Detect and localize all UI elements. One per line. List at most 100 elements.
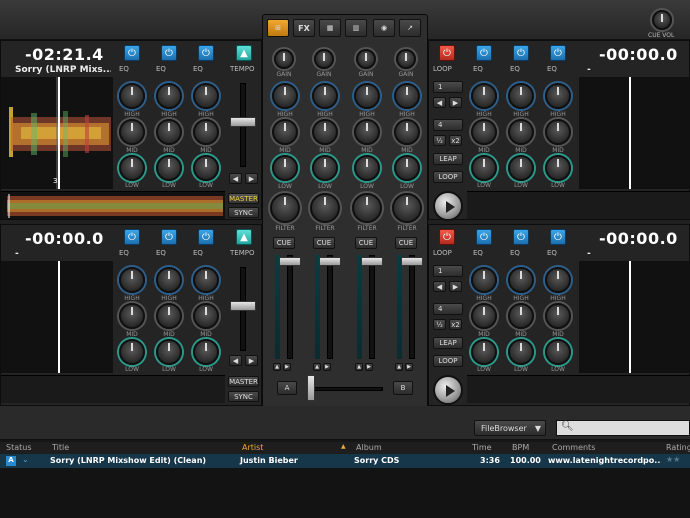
ch2-cue-button[interactable]: CUE (313, 237, 335, 249)
ch1-assign-left-button[interactable]: ▲ (273, 363, 281, 371)
fx-tab[interactable]: FX (293, 19, 315, 37)
deck-a-tempo-fader[interactable] (230, 117, 256, 127)
deck-c-tempo-icon[interactable]: ▲ (236, 229, 252, 245)
deck-b-loop-size-select[interactable]: 1 (433, 81, 463, 93)
deck-a-eq3-label[interactable]: EQ (193, 65, 203, 73)
ch2-volume-fader[interactable] (319, 257, 341, 266)
deck-d-fx1-low-knob[interactable] (471, 339, 497, 365)
deck-d-eq2-label[interactable]: EQ (510, 249, 520, 257)
deck-a-tempo-icon[interactable]: ▲ (236, 45, 252, 61)
graph-tab-icon[interactable]: ↗ (399, 19, 421, 37)
ch2-filter-knob[interactable] (310, 193, 340, 223)
ch3-assign-left-button[interactable]: ▲ (355, 363, 363, 371)
file-browser-select[interactable]: FileBrowser ▼ (474, 420, 546, 436)
deck-c-fx3-high-knob[interactable] (193, 267, 219, 293)
deck-c-sync-button[interactable]: SYNC (228, 391, 259, 402)
deck-b-loop-back-button[interactable]: ◀ (433, 97, 446, 108)
deck-c-fx2-high-knob[interactable] (156, 267, 182, 293)
deck-c-fx2-low-knob[interactable] (156, 339, 182, 365)
deck-b-eq2-label[interactable]: EQ (510, 65, 520, 73)
deck-c-waveform[interactable] (1, 261, 113, 373)
deck-a-sync-button[interactable]: SYNC (228, 207, 259, 218)
ch3-low-knob[interactable] (354, 155, 380, 181)
deck-d-eq3-power-button[interactable]: ⏻ (550, 229, 566, 245)
deck-d-play-button[interactable] (433, 375, 463, 405)
deck-b-fx2-mid-knob[interactable] (508, 119, 534, 145)
deck-b-fx2-high-knob[interactable] (508, 83, 534, 109)
col-album[interactable]: Album (356, 443, 382, 452)
deck-b-eq2-power-button[interactable]: ⏻ (513, 45, 529, 61)
deck-c-fx3-low-knob[interactable] (193, 339, 219, 365)
deck-d-loop-power-button[interactable]: ⏻ (439, 229, 455, 245)
deck-d-fx1-high-knob[interactable] (471, 267, 497, 293)
deck-b-eq3-label[interactable]: EQ (547, 65, 557, 73)
deck-c-fx1-mid-knob[interactable] (119, 303, 145, 329)
deck-b-waveform[interactable] (579, 77, 690, 189)
deck-d-beatjump-select[interactable]: 4 (433, 303, 463, 315)
deck-d-fx1-mid-knob[interactable] (471, 303, 497, 329)
deck-d-fx3-low-knob[interactable] (545, 339, 571, 365)
ch4-gain-knob[interactable] (396, 49, 416, 69)
mixer-view-icon[interactable]: ⊞ (267, 19, 289, 37)
ch1-high-knob[interactable] (272, 83, 298, 109)
deck-c-fx1-high-knob[interactable] (119, 267, 145, 293)
deck-b-fx1-low-knob[interactable] (471, 155, 497, 181)
deck-c-fx3-mid-knob[interactable] (193, 303, 219, 329)
ch4-low-knob[interactable] (394, 155, 420, 181)
deck-a-master-button[interactable]: MASTER (228, 193, 259, 204)
ch3-high-knob[interactable] (354, 83, 380, 109)
ch4-volume-fader[interactable] (401, 257, 423, 266)
deck-d-leap-button[interactable]: LEAP (433, 337, 463, 349)
deck-a-overview[interactable] (1, 191, 225, 219)
deck-d-waveform[interactable] (579, 261, 690, 373)
col-bpm[interactable]: BPM (512, 443, 529, 452)
col-comments[interactable]: Comments (552, 443, 595, 452)
deck-c-tempo-up-button[interactable]: ▶ (245, 355, 258, 366)
ch1-low-knob[interactable] (272, 155, 298, 181)
col-artist[interactable]: Artist (242, 443, 263, 452)
rating-stars-icon[interactable]: ★★ (666, 455, 680, 464)
deck-a-fx3-mid-knob[interactable] (193, 119, 219, 145)
deck-c-eq1-power-button[interactable]: ⏻ (124, 229, 140, 245)
deck-a-fx2-mid-knob[interactable] (156, 119, 182, 145)
deck-a-waveform[interactable]: 3 (1, 77, 113, 189)
deck-a-tempo-up-button[interactable]: ▶ (245, 173, 258, 184)
deck-b-overview[interactable] (467, 191, 690, 219)
ch4-high-knob[interactable] (394, 83, 420, 109)
deck-a-eq1-power-button[interactable]: ⏻ (124, 45, 140, 61)
deck-b-eq1-label[interactable]: EQ (473, 65, 483, 73)
deck-d-fx3-mid-knob[interactable] (545, 303, 571, 329)
crossfader-a-button[interactable]: A (277, 381, 297, 395)
ch3-filter-knob[interactable] (352, 193, 382, 223)
ch4-assign-right-button[interactable]: ▶ (405, 363, 413, 371)
deck-c-eq1-label[interactable]: EQ (119, 249, 129, 257)
deck-b-fx1-high-knob[interactable] (471, 83, 497, 109)
ch1-gain-knob[interactable] (274, 49, 294, 69)
deck-a-fx1-mid-knob[interactable] (119, 119, 145, 145)
deck-a-eq3-power-button[interactable]: ⏻ (198, 45, 214, 61)
deck-d-loop-button[interactable]: LOOP (433, 355, 463, 367)
deck-b-eq3-power-button[interactable]: ⏻ (550, 45, 566, 61)
col-status[interactable]: Status (6, 443, 32, 452)
cue-volume-knob[interactable] (652, 10, 672, 30)
deck-d-fx3-high-knob[interactable] (545, 267, 571, 293)
table-row[interactable]: A ⌄ Sorry (LNRP Mixshow Edit) (Clean) Ju… (0, 454, 690, 468)
deck-layout-tab-icon[interactable]: ▥ (345, 19, 367, 37)
deck-a-fx3-low-knob[interactable] (193, 155, 219, 181)
deck-a-fx3-high-knob[interactable] (193, 83, 219, 109)
deck-a-eq2-label[interactable]: EQ (156, 65, 166, 73)
deck-d-eq2-power-button[interactable]: ⏻ (513, 229, 529, 245)
ch2-high-knob[interactable] (312, 83, 338, 109)
crossfader-b-button[interactable]: B (393, 381, 413, 395)
deck-a-eq1-label[interactable]: EQ (119, 65, 129, 73)
ch1-mid-knob[interactable] (272, 119, 298, 145)
deck-d-eq1-power-button[interactable]: ⏻ (476, 229, 492, 245)
col-title[interactable]: Title (52, 443, 69, 452)
deck-b-fx3-mid-knob[interactable] (545, 119, 571, 145)
col-rating[interactable]: Rating (666, 443, 690, 452)
deck-b-fx3-low-knob[interactable] (545, 155, 571, 181)
ch1-assign-right-button[interactable]: ▶ (283, 363, 291, 371)
ch3-mid-knob[interactable] (354, 119, 380, 145)
ch4-assign-left-button[interactable]: ▲ (395, 363, 403, 371)
deck-a-fx1-low-knob[interactable] (119, 155, 145, 181)
